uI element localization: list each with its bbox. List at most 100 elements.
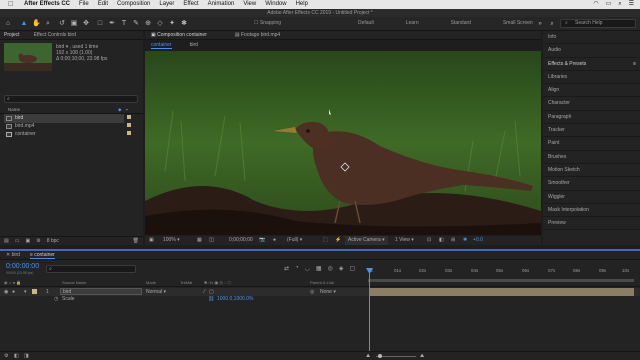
toggle-pixel-aspect-icon[interactable]: ⊡ bbox=[427, 236, 431, 245]
snapping-toggle[interactable]: ☐ Snapping bbox=[254, 20, 281, 26]
draft-3d-icon[interactable]: ◔ bbox=[295, 265, 299, 272]
transparency-grid-icon[interactable]: ▦ bbox=[197, 236, 202, 245]
fast-previews-icon[interactable]: ⚡ bbox=[335, 236, 341, 245]
zoom-out-icon[interactable]: ⛰ bbox=[366, 353, 370, 359]
panel-motion-sketch[interactable]: Motion Sketch bbox=[543, 164, 640, 178]
layer-mode-select[interactable]: Normal ▾ bbox=[146, 289, 166, 295]
hand-tool-icon[interactable]: ✋ bbox=[32, 20, 41, 28]
panel-tracker[interactable]: Tracker bbox=[543, 124, 640, 138]
timeline-zoom-handle[interactable] bbox=[378, 354, 382, 358]
modes-pane-icon[interactable]: ◧ bbox=[14, 353, 19, 359]
motion-blur-icon[interactable]: ◎ bbox=[328, 265, 333, 272]
search-help-input[interactable]: ⌕ Search Help bbox=[560, 19, 636, 28]
views-select[interactable]: 1 View ▾ bbox=[395, 236, 414, 245]
panel-menu-icon[interactable]: ≡ bbox=[633, 58, 636, 71]
layer-switch-toggles[interactable]: ⁄ ▢ bbox=[204, 289, 214, 295]
layer-name-field[interactable]: bird bbox=[60, 288, 142, 295]
exposure-value[interactable]: +0.0 bbox=[473, 236, 483, 245]
always-preview-icon[interactable]: ▣ bbox=[149, 236, 154, 245]
panel-info[interactable]: Info bbox=[543, 31, 640, 45]
timeline-search-input[interactable]: ⌕ bbox=[46, 265, 136, 273]
current-time-indicator[interactable] bbox=[369, 268, 370, 360]
panel-brushes[interactable]: Brushes bbox=[543, 151, 640, 164]
workspace-standard[interactable]: Standard bbox=[451, 20, 471, 26]
menu-file[interactable]: File bbox=[79, 0, 89, 9]
tab-effect-controls[interactable]: Effect Controls bird bbox=[34, 31, 76, 39]
panel-paint[interactable]: Paint bbox=[543, 137, 640, 151]
menu-window[interactable]: Window bbox=[265, 0, 286, 9]
zoom-in-icon[interactable]: ⛰ bbox=[420, 353, 424, 359]
camera-select[interactable]: Active Camera ▾ bbox=[345, 236, 388, 245]
panel-effects-presets[interactable]: Effects & Presets ≡ bbox=[543, 58, 640, 71]
control-center-icon[interactable]: ☰ bbox=[629, 0, 634, 9]
tab-composition[interactable]: ▣ Composition container bbox=[151, 31, 207, 39]
label-color-swatch[interactable] bbox=[127, 115, 131, 119]
menu-help[interactable]: Help bbox=[296, 0, 308, 9]
workspace-learn[interactable]: Learn bbox=[406, 20, 419, 26]
workspace-overflow-icon[interactable]: » bbox=[536, 20, 544, 28]
spotlight-icon[interactable]: ⌕ bbox=[618, 0, 621, 9]
menu-layer[interactable]: Layer bbox=[159, 0, 174, 9]
snapshot-icon[interactable]: 📷 bbox=[259, 236, 265, 245]
3d-renderer-icon[interactable]: ◧ bbox=[439, 236, 444, 245]
layer-switches-pane-icon[interactable]: ⚙ bbox=[4, 353, 8, 359]
project-search-input[interactable]: ⌕ bbox=[4, 95, 138, 103]
comp-mini-flowchart-icon[interactable]: ⇄ bbox=[284, 265, 289, 272]
rotation-tool-icon[interactable]: ↺ bbox=[58, 20, 66, 28]
expand-arrow-icon[interactable]: ▾ bbox=[24, 289, 27, 295]
panel-preview[interactable]: Preview bbox=[543, 217, 640, 231]
timeline-tab-container[interactable]: ≡ container bbox=[29, 251, 55, 259]
composition-viewer[interactable] bbox=[145, 51, 541, 235]
region-of-interest-icon[interactable]: ⬚ bbox=[323, 236, 328, 245]
panel-smoother[interactable]: Smoother bbox=[543, 177, 640, 191]
col-mode[interactable]: Mode bbox=[146, 280, 156, 285]
type-column-icon[interactable]: ▪ bbox=[126, 106, 128, 114]
layer-label-swatch[interactable] bbox=[32, 289, 37, 294]
menu-effect[interactable]: Effect bbox=[183, 0, 198, 9]
panel-paragraph[interactable]: Paragraph bbox=[543, 111, 640, 125]
menu-view[interactable]: View bbox=[243, 0, 256, 9]
project-item-container[interactable]: container bbox=[6, 131, 36, 137]
tab-project[interactable]: Project bbox=[4, 31, 20, 39]
project-item-bird[interactable]: bird bbox=[6, 115, 23, 121]
col-trkmat[interactable]: TrkMat bbox=[180, 280, 192, 285]
workspace-default[interactable]: Default bbox=[358, 20, 374, 26]
timeline-zoom-slider[interactable] bbox=[376, 356, 416, 357]
in-out-pane-icon[interactable]: ◨ bbox=[24, 353, 29, 359]
shy-layers-icon[interactable]: ◡ bbox=[305, 265, 310, 272]
project-item-bird-mp4[interactable]: bird.mp4 bbox=[6, 123, 34, 129]
clone-tool-icon[interactable]: ⊕ bbox=[144, 20, 152, 28]
layer-switches-icon[interactable]: ✱ ⁄ fx ▣ ◎ ◌ ⬡ bbox=[204, 280, 231, 285]
menu-edit[interactable]: Edit bbox=[98, 0, 108, 9]
rectangle-tool-icon[interactable]: □ bbox=[96, 20, 104, 28]
delete-icon[interactable]: 🗑 bbox=[133, 237, 139, 245]
menu-animation[interactable]: Animation bbox=[208, 0, 235, 9]
color-channel-icon[interactable]: ● bbox=[273, 236, 276, 245]
pen-tool-icon[interactable]: ✒ bbox=[108, 20, 116, 28]
crumb-container[interactable]: container bbox=[151, 42, 172, 49]
panel-audio[interactable]: Audio bbox=[543, 44, 640, 58]
panel-wiggler[interactable]: Wiggler bbox=[543, 191, 640, 204]
layer-parent-select[interactable]: None ▾ bbox=[320, 289, 336, 295]
apple-icon[interactable]:  bbox=[8, 0, 13, 9]
home-icon[interactable]: ⌂ bbox=[4, 20, 12, 28]
timeline-timecode[interactable]: 0:00:00:00 bbox=[6, 263, 39, 270]
new-comp-icon[interactable]: ▣ bbox=[25, 237, 30, 245]
label-color-swatch[interactable] bbox=[127, 131, 131, 135]
workspace-small-screen[interactable]: Small Screen bbox=[503, 20, 533, 26]
visibility-eye-icon[interactable]: ◉ bbox=[4, 289, 8, 295]
search-mode-icon[interactable]: ⌕ bbox=[548, 20, 556, 28]
eraser-tool-icon[interactable]: ◇ bbox=[156, 20, 164, 28]
viewer-timecode[interactable]: 0;00;00;00 bbox=[229, 236, 253, 245]
col-source-name[interactable]: Source Name bbox=[62, 280, 86, 285]
work-area-bar[interactable] bbox=[368, 279, 634, 282]
project-settings-icon[interactable]: ⚙ bbox=[36, 237, 40, 245]
battery-icon[interactable]: ▭ bbox=[606, 0, 612, 9]
interpret-footage-icon[interactable]: ▤ bbox=[4, 237, 9, 245]
selection-tool-icon[interactable]: ▲ bbox=[20, 20, 28, 28]
col-name-header[interactable]: Name bbox=[8, 107, 20, 112]
bpc-label[interactable]: 8 bpc bbox=[47, 237, 59, 245]
menu-app[interactable]: After Effects CC bbox=[24, 0, 70, 9]
frame-blending-icon[interactable]: ▦ bbox=[316, 265, 322, 272]
type-tool-icon[interactable]: T bbox=[120, 20, 128, 28]
